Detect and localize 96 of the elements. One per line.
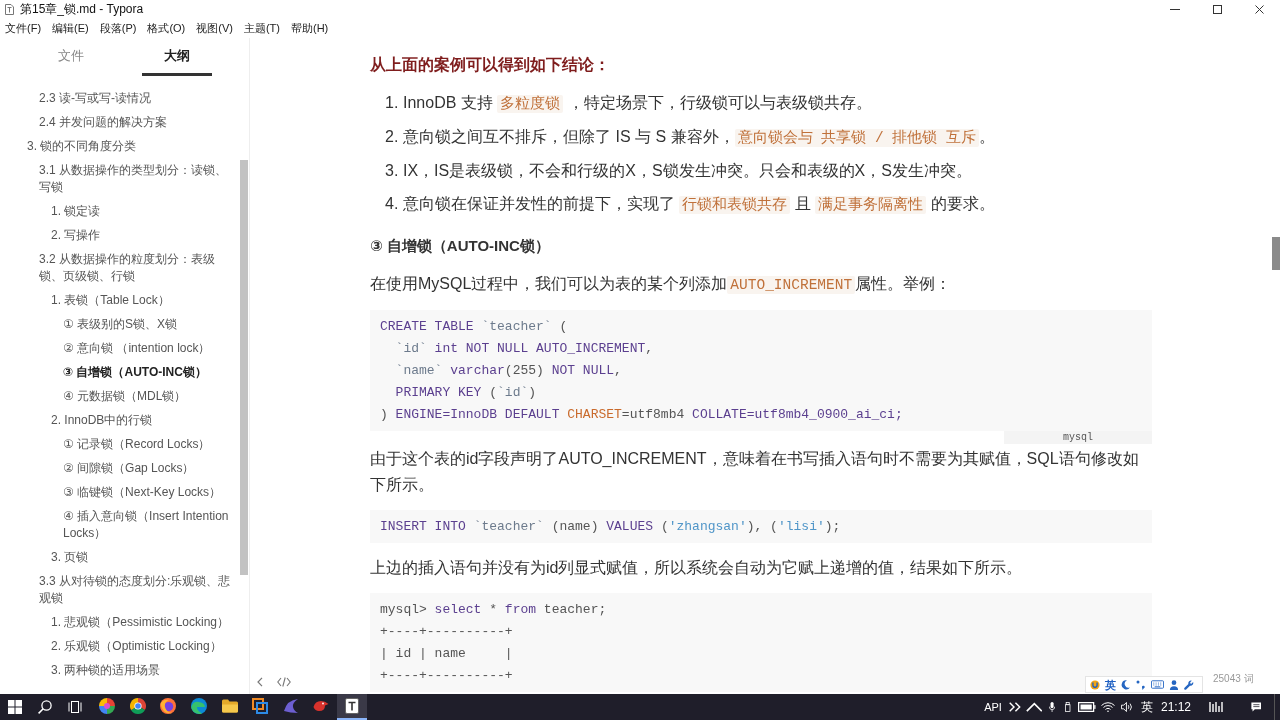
bird-icon bbox=[313, 698, 330, 714]
sidebar-tab[interactable]: 文件 bbox=[36, 38, 106, 76]
swoosh-icon bbox=[282, 698, 299, 714]
outline-item[interactable]: 2. 乐观锁（Optimistic Locking） bbox=[51, 634, 234, 658]
paragraph: 由于这个表的id字段声明了AUTO_INCREMENT，意味着在书写插入语句时不需要为其赋值，SQL语句修改如下所示。 bbox=[370, 449, 1140, 495]
list-item-text: IX，IS是表级锁，不会和行级的X，S锁发生冲突。只会和表级的X，S发生冲突。 bbox=[403, 161, 973, 181]
taskbar-app-button[interactable] bbox=[336, 694, 368, 720]
section-heading: ③ 自增锁（AUTO-INC锁） bbox=[370, 236, 551, 256]
paragraph: 上边的插入语句并没有为id列显式赋值，所以系统会自动为它赋上递增的值，结果如下所示。 bbox=[370, 558, 1024, 578]
clock[interactable]: 21:12 bbox=[1158, 700, 1194, 714]
notification-icon[interactable] bbox=[1250, 702, 1262, 712]
outline-item[interactable]: 3. 页锁 bbox=[51, 545, 234, 569]
outline-item[interactable]: 1. 锁定读 bbox=[51, 199, 234, 223]
code-line: INSERT INTO `teacher` (name) VALUES ('zhangsan'), ('lisi'); bbox=[380, 518, 841, 536]
menu-item[interactable]: 编辑(E) bbox=[48, 19, 93, 37]
outline-item[interactable]: ② 间隙锁（Gap Locks） bbox=[63, 456, 234, 480]
list-item-text: InnoDB 支持 多粒度锁 ，特定场景下，行级锁可以与表级锁共存。 bbox=[403, 93, 873, 115]
close-icon bbox=[1254, 4, 1264, 14]
document-icon bbox=[5, 3, 14, 15]
code-line: | id | name | bbox=[380, 645, 513, 663]
outline-item[interactable]: ① 表级别的S锁、X锁 bbox=[63, 312, 234, 336]
outline-item[interactable]: 2.3 读-写或写-读情况 bbox=[39, 86, 234, 110]
windows-logo-icon bbox=[8, 700, 22, 714]
wifi-icon[interactable] bbox=[1101, 702, 1115, 712]
outline-item[interactable]: 3.2 从数据操作的粒度划分：表级锁、页级锁、行锁 bbox=[39, 247, 234, 288]
list-number: 4. bbox=[385, 194, 400, 214]
scrollbar-thumb[interactable] bbox=[1272, 237, 1280, 270]
wave-icon bbox=[191, 698, 208, 714]
code-line: PRIMARY KEY (`id`) bbox=[394, 384, 537, 402]
list-number: 1. bbox=[385, 93, 400, 113]
outline-item[interactable]: 2.4 并发问题的解决方案 bbox=[39, 110, 234, 134]
code-icon[interactable] bbox=[277, 677, 291, 687]
bars-icon[interactable] bbox=[1209, 702, 1223, 712]
outline-item[interactable]: 1. 悲观锁（Pessimistic Locking） bbox=[51, 610, 234, 634]
outline-item[interactable]: 3.3 从对待锁的态度划分:乐观锁、悲观锁 bbox=[39, 569, 234, 610]
keyboard-icon[interactable] bbox=[1151, 680, 1164, 689]
outline-item[interactable]: 2. InnoDB中的行锁 bbox=[51, 408, 234, 432]
window-title: 第15章_锁.md - Typora bbox=[20, 1, 144, 17]
code-line: mysql> select * from teacher; bbox=[380, 601, 607, 619]
search-icon bbox=[38, 700, 52, 714]
chevron-left-icon[interactable] bbox=[257, 677, 263, 687]
maximize-icon bbox=[1212, 4, 1222, 14]
outline-item[interactable]: ③ 临键锁（Next-Key Locks） bbox=[63, 480, 234, 504]
usb-drive-icon[interactable] bbox=[1065, 702, 1071, 712]
menu-item[interactable]: 段落(P) bbox=[95, 19, 141, 37]
round-logo-icon[interactable] bbox=[1090, 679, 1100, 690]
menu-item[interactable]: 视图(V) bbox=[192, 19, 237, 37]
battery-icon[interactable] bbox=[1078, 702, 1096, 712]
wrench-icon[interactable] bbox=[1184, 679, 1194, 690]
list-item-text: 意向锁在保证并发性的前提下，实现了 行锁和表锁共存 且 满足事务隔离性 的要求。 bbox=[403, 194, 996, 216]
paragraph: 在使用MySQL过程中，我们可以为表的某个列添加 AUTO_INCREMENT 属性。举例： bbox=[370, 274, 953, 296]
double-chevron-icon[interactable] bbox=[1009, 702, 1021, 712]
outline-item[interactable]: 1. 表锁（Table Lock） bbox=[51, 288, 234, 312]
list-number: 2. bbox=[385, 127, 400, 147]
menu-item[interactable]: 格式(O) bbox=[143, 19, 190, 37]
section-heading: 从上面的案例可以得到如下结论： bbox=[370, 55, 611, 75]
code-line: `id` int NOT NULL AUTO_INCREMENT, bbox=[394, 340, 654, 358]
outline-item[interactable]: ③ 自增锁（AUTO-INC锁） bbox=[63, 360, 234, 384]
list-number: 3. bbox=[385, 161, 400, 181]
outline-item[interactable]: ① 记录锁（Record Locks） bbox=[63, 432, 234, 456]
outline-item[interactable]: ④ 插入意向锁（Insert Intention Locks） bbox=[63, 504, 234, 545]
language-field[interactable]: mysql bbox=[1004, 431, 1152, 444]
outline-item[interactable]: 2. 写操作 bbox=[51, 223, 234, 247]
code-line: `name` varchar(255) NOT NULL, bbox=[394, 362, 622, 380]
outline-item[interactable]: ④ 元数据锁（MDL锁） bbox=[63, 384, 234, 408]
speaker-icon[interactable] bbox=[1121, 702, 1133, 712]
menu-item[interactable]: 文件(F) bbox=[1, 19, 46, 37]
task-view-icon bbox=[68, 700, 82, 714]
person-icon[interactable] bbox=[1169, 679, 1179, 690]
fox-globe-icon bbox=[160, 698, 177, 714]
scrollbar-thumb[interactable] bbox=[240, 160, 248, 575]
sidebar-tab[interactable]: 大纲 bbox=[142, 38, 212, 76]
input-mode-label[interactable]: 英 bbox=[1136, 700, 1158, 714]
menu-item[interactable]: 帮助(H) bbox=[287, 19, 333, 37]
moon-icon[interactable] bbox=[1121, 679, 1131, 690]
outline-item[interactable]: 3. 锁的不同角度分类 bbox=[27, 134, 234, 158]
wheel-icon bbox=[129, 698, 146, 714]
outline-item[interactable]: 3.1 从数据操作的类型划分：读锁、写锁 bbox=[39, 158, 234, 199]
punctuation-icon[interactable] bbox=[1136, 679, 1146, 690]
code-line: ) ENGINE=InnoDB DEFAULT CHARSET=utf8mb4 COLLATE=utf8mb4_0900_ai_ci; bbox=[380, 406, 903, 424]
overlapping-squares-icon bbox=[252, 698, 269, 714]
microphone-icon[interactable] bbox=[1048, 702, 1056, 712]
menu-item[interactable]: 主题(T) bbox=[239, 19, 284, 37]
tray-label[interactable]: API bbox=[980, 700, 1006, 714]
minimize-icon bbox=[1170, 8, 1180, 10]
code-line: CREATE TABLE `teacher` ( bbox=[380, 318, 568, 336]
input-mode-label[interactable]: 英 bbox=[1105, 677, 1116, 692]
outline-item[interactable]: ② 意向锁 （intention lock） bbox=[63, 336, 234, 360]
ball-icon bbox=[99, 698, 116, 714]
code-line: +----+----------+ bbox=[380, 623, 513, 641]
code-line: +----+----------+ bbox=[380, 667, 513, 685]
folder-icon bbox=[221, 698, 238, 714]
document-icon bbox=[344, 698, 361, 714]
caret-up-icon[interactable] bbox=[1025, 702, 1043, 712]
list-item-text: 意向锁之间互不排斥，但除了 IS 与 S 兼容外， 意向锁会与 共享锁 / 排他锁 互斥 。 bbox=[403, 127, 997, 149]
outline-item[interactable]: 3. 两种锁的适用场景 bbox=[51, 658, 234, 682]
